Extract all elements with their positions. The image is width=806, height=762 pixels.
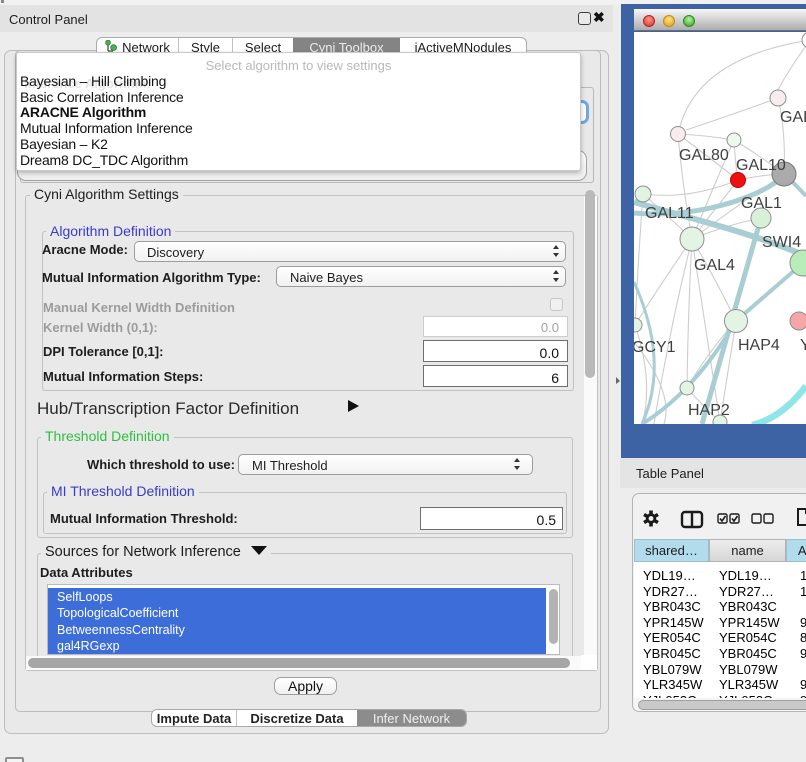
svg-text:GAL4: GAL4 — [694, 257, 735, 274]
svg-text:Y: Y — [800, 337, 806, 354]
svg-text:GAL1: GAL1 — [741, 195, 782, 212]
svg-text:GAL80: GAL80 — [679, 147, 729, 164]
svg-text:GCY1: GCY1 — [634, 339, 676, 356]
svg-text:GAL10: GAL10 — [736, 157, 786, 174]
svg-text:HAP2: HAP2 — [688, 402, 730, 419]
svg-text:GAL: GAL — [780, 109, 806, 126]
svg-text:GAL11: GAL11 — [645, 205, 694, 222]
svg-text:SWI4: SWI4 — [762, 234, 801, 251]
svg-text:HAP4: HAP4 — [738, 337, 780, 354]
